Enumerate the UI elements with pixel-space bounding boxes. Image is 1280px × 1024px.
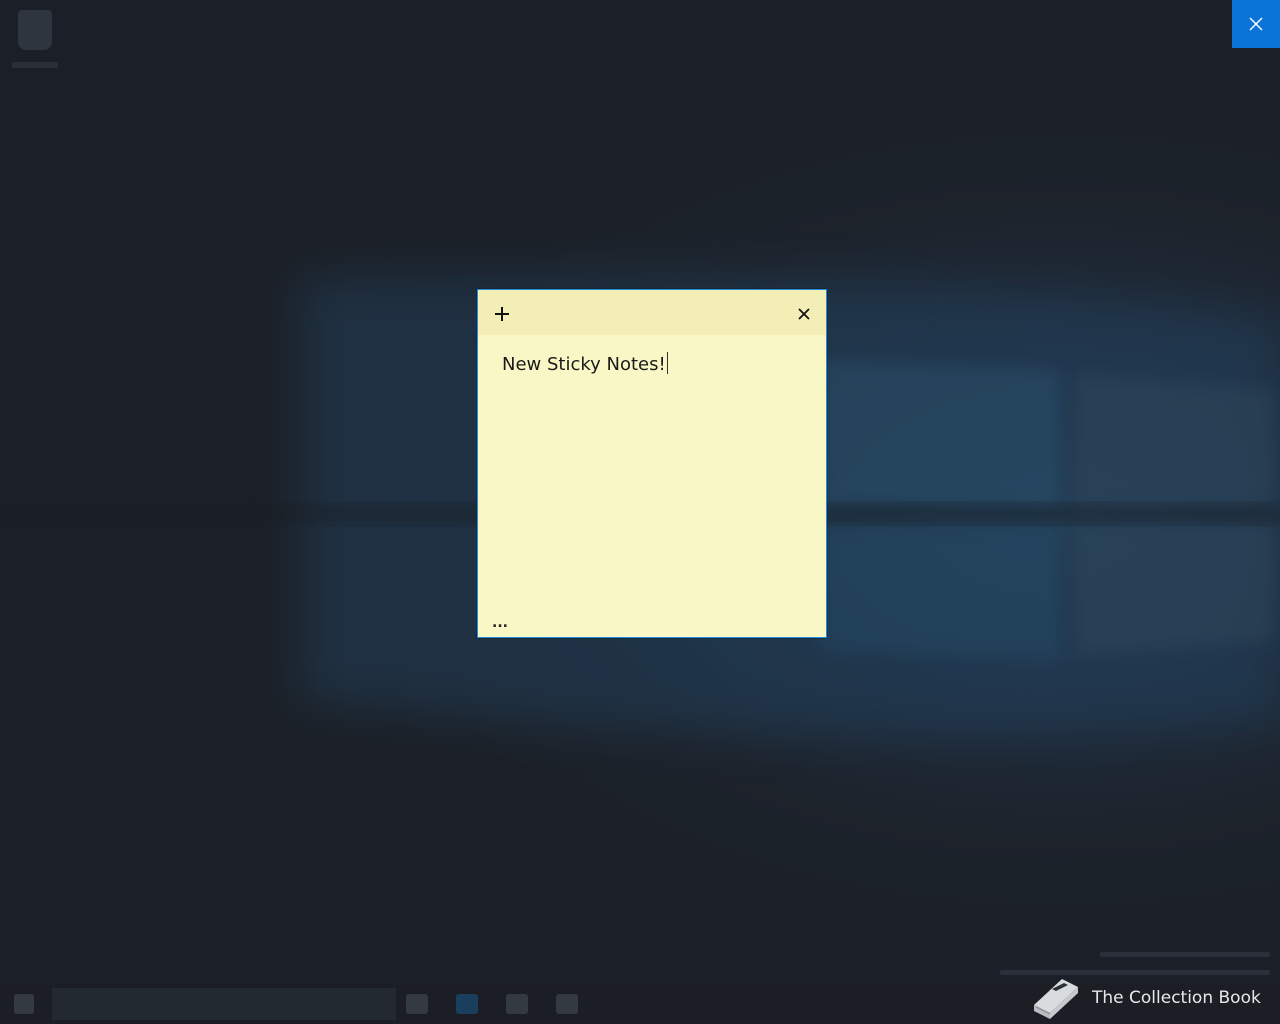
watermark-text-faint [1100,952,1270,957]
note-menu-button[interactable]: ... [488,615,512,631]
sticky-note-header[interactable] [478,290,826,335]
close-icon [1249,17,1263,31]
task-view-icon[interactable] [406,994,428,1014]
new-note-button[interactable] [486,298,518,330]
note-text: New Sticky Notes! [502,354,666,375]
sticky-note[interactable]: New Sticky Notes! ... [477,289,827,638]
text-caret [666,352,668,374]
file-explorer-icon[interactable] [506,994,528,1014]
edge-icon[interactable] [456,994,478,1014]
watermark: The Collection Book [1028,974,1261,1022]
close-icon [798,308,810,320]
delete-note-button[interactable] [788,298,820,330]
start-icon[interactable] [14,994,34,1014]
note-text-area[interactable]: New Sticky Notes! [502,352,802,377]
more-options-icon: ... [492,615,508,631]
taskbar-search-box[interactable] [52,988,396,1020]
overlay-close-button[interactable] [1232,0,1280,48]
watermark-text: The Collection Book [1092,988,1261,1008]
plus-icon [495,307,509,321]
store-icon[interactable] [556,994,578,1014]
book-icon [1034,979,1078,1019]
